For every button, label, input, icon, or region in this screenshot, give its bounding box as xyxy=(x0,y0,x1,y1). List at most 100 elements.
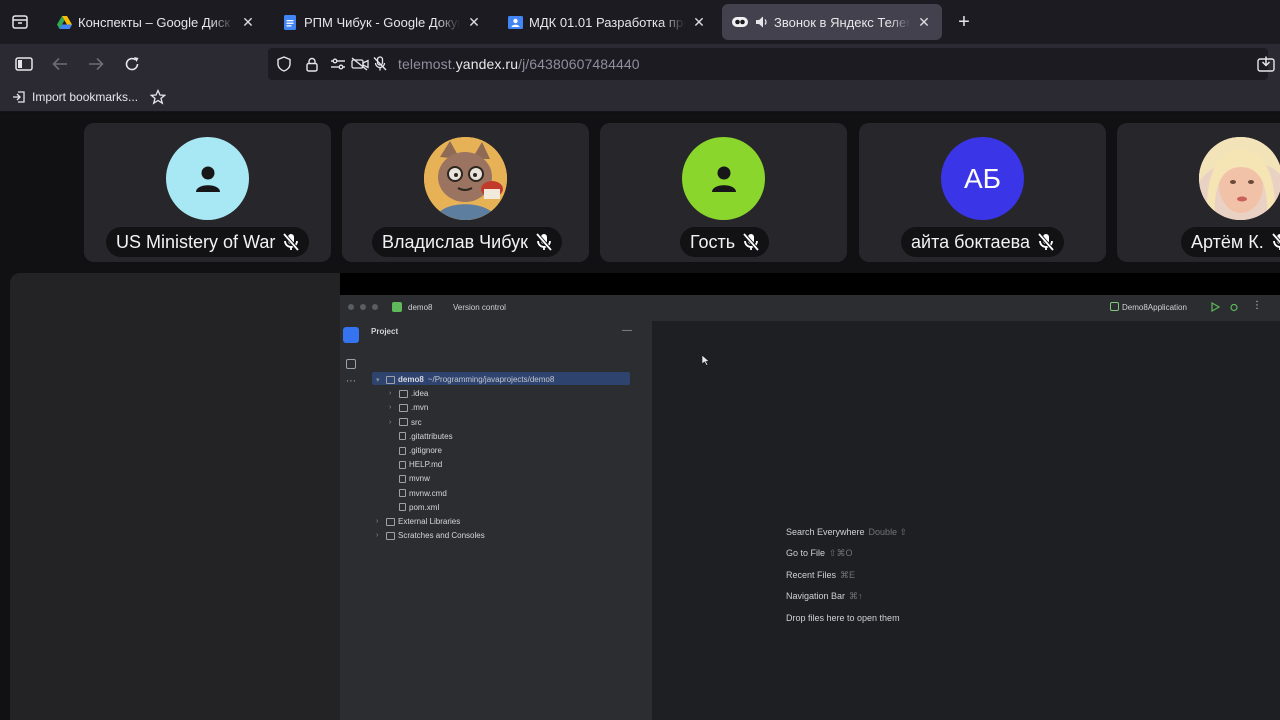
hint-shortcut: ⌘↑ xyxy=(849,591,863,602)
tree-item[interactable]: › .idea xyxy=(389,387,428,400)
back-arrow-icon[interactable] xyxy=(48,52,72,76)
close-icon[interactable]: ✕ xyxy=(240,14,256,30)
permissions-icon[interactable] xyxy=(326,52,350,76)
screen-share: demo8 Version control Demo8Application ⋮… xyxy=(340,273,1280,720)
panel-title[interactable]: Project xyxy=(371,327,398,336)
participant-tile[interactable]: АБ айта боктаева xyxy=(859,123,1106,262)
microphone-muted-icon xyxy=(742,232,760,252)
minimize-icon[interactable]: — xyxy=(622,325,632,336)
tab-google-drive[interactable]: Конспекты – Google Диск ✕ xyxy=(46,4,266,40)
folder-icon xyxy=(399,389,408,398)
tab-telemost[interactable]: Звонок в Яндекс Телемост ✕ xyxy=(722,4,942,40)
tree-item-label: External Libraries xyxy=(398,517,461,526)
participant-tile[interactable]: Владислав Чибук xyxy=(342,123,589,262)
window-dot-icon[interactable] xyxy=(372,304,378,310)
tree-item[interactable]: › Scratches and Consoles xyxy=(376,529,485,542)
chevron-icon[interactable]: › xyxy=(389,390,397,397)
telemost-icon xyxy=(732,14,748,30)
tree-item[interactable]: › src xyxy=(389,416,422,429)
bookmark-star-icon[interactable] xyxy=(150,89,166,105)
project-name[interactable]: demo8 xyxy=(408,303,432,312)
structure-tool-icon[interactable] xyxy=(346,359,356,369)
project-tool-window: Project — ▾ demo8 ~/Programming/javaprojec… xyxy=(362,321,652,720)
tree-item[interactable]: .gitattributes xyxy=(389,430,453,443)
tree-item[interactable]: mvnw.cmd xyxy=(389,487,447,500)
tree-item-label: HELP.md xyxy=(409,460,443,470)
participant-nameplate: Гость xyxy=(680,227,770,257)
tree-item-label: .gitignore xyxy=(409,446,442,455)
hint-label: Drop files here to open them xyxy=(786,612,900,623)
more-tools-icon[interactable]: ⋯ xyxy=(346,376,356,387)
tree-item-label: .mvn xyxy=(411,403,429,413)
forward-arrow-icon[interactable] xyxy=(84,52,108,76)
close-icon[interactable]: ✕ xyxy=(916,14,932,30)
tree-item[interactable]: ▾ demo8 ~/Programming/javaprojects/demo8 xyxy=(376,373,554,386)
editor-empty-state xyxy=(652,321,1280,720)
speaker-icon[interactable] xyxy=(754,14,770,30)
tree-item-label: .gitattributes xyxy=(409,431,453,441)
close-icon[interactable]: ✕ xyxy=(691,14,707,30)
close-icon[interactable]: ✕ xyxy=(466,14,482,30)
participant-name: Владислав Чибук xyxy=(382,231,528,252)
chevron-icon[interactable]: › xyxy=(376,518,384,525)
run-config[interactable]: Demo8Application xyxy=(1122,303,1187,312)
lock-icon[interactable] xyxy=(300,52,324,76)
project-tool-icon[interactable] xyxy=(343,327,359,343)
tree-item[interactable]: mvnw xyxy=(389,472,430,485)
mouse-cursor-icon xyxy=(702,355,710,366)
vcs-widget[interactable]: Version control xyxy=(453,303,506,312)
shield-icon[interactable] xyxy=(272,52,296,76)
tree-item-label: demo8 xyxy=(398,375,424,384)
tab-classroom[interactable]: МДК 01.01 Разработка программных модулей… xyxy=(497,4,717,40)
run-icon[interactable] xyxy=(1210,302,1220,312)
hint-shortcut: Double ⇧ xyxy=(868,527,908,537)
url-text[interactable]: telemost.yandex.ru/j/64380607484440 xyxy=(398,56,640,72)
tree-item-label: src xyxy=(411,417,422,427)
more-icon[interactable]: ⋮ xyxy=(1252,300,1262,311)
file-icon xyxy=(399,503,406,512)
chevron-icon[interactable]: ▾ xyxy=(376,376,384,384)
avatar-initials: АБ xyxy=(941,137,1024,220)
address-bar[interactable]: telemost.yandex.ru/j/64380607484440 xyxy=(268,48,1268,80)
sidebar-toggle-icon[interactable] xyxy=(12,52,36,76)
reload-icon[interactable] xyxy=(120,52,144,76)
participant-tile[interactable]: Артём К. xyxy=(1117,123,1280,262)
chevron-icon[interactable]: › xyxy=(376,532,384,539)
import-bookmarks-button[interactable]: Import bookmarks... xyxy=(12,90,138,104)
tab-title: РПМ Чибук - Google Документы xyxy=(304,14,460,30)
google-drive-icon xyxy=(56,14,72,30)
participant-name: US Ministery of War xyxy=(116,231,276,252)
participant-tile[interactable]: US Ministery of War xyxy=(84,123,331,262)
run-config-icon xyxy=(1110,302,1119,311)
participant-tile[interactable]: Гость xyxy=(600,123,847,262)
tree-item[interactable]: › .mvn xyxy=(389,401,428,414)
downloads-icon[interactable] xyxy=(1254,52,1278,76)
folder-icon xyxy=(399,403,408,412)
avatar xyxy=(1199,137,1280,220)
chevron-icon[interactable]: › xyxy=(389,404,397,411)
tree-item[interactable]: › External Libraries xyxy=(376,515,460,528)
tab-title: МДК 01.01 Разработка программных модулей xyxy=(529,14,685,30)
microphone-muted-icon xyxy=(535,232,553,252)
editor-hint: Recent Files ⌘E xyxy=(786,570,855,581)
hint-shortcut: ⇧⌘O xyxy=(829,548,853,559)
ide-title-bar: demo8 Version control Demo8Application ⋮ xyxy=(340,295,1280,321)
file-icon xyxy=(399,446,406,455)
new-tab-plus-icon[interactable]: + xyxy=(952,10,976,34)
microphone-blocked-icon[interactable] xyxy=(368,52,392,76)
tab-google-docs[interactable]: РПМ Чибук - Google Документы ✕ xyxy=(272,4,492,40)
tab-title: Звонок в Яндекс Телемост xyxy=(774,14,910,30)
participant-nameplate: айта боктаева xyxy=(901,227,1064,257)
chevron-icon[interactable]: › xyxy=(389,419,397,426)
tree-item[interactable]: .gitignore xyxy=(389,444,442,457)
tab-overview-icon[interactable] xyxy=(8,10,32,34)
editor-hint: Go to File ⇧⌘O xyxy=(786,548,853,559)
window-dot-icon[interactable] xyxy=(360,304,366,310)
debug-icon[interactable] xyxy=(1229,302,1239,312)
tree-item-label: pom.xml xyxy=(409,502,440,512)
editor-hint: Drop files here to open them xyxy=(786,613,900,623)
avatar xyxy=(424,137,507,220)
tree-item[interactable]: pom.xml xyxy=(389,501,439,514)
window-dot-icon[interactable] xyxy=(348,304,354,310)
tree-item[interactable]: HELP.md xyxy=(389,458,442,471)
